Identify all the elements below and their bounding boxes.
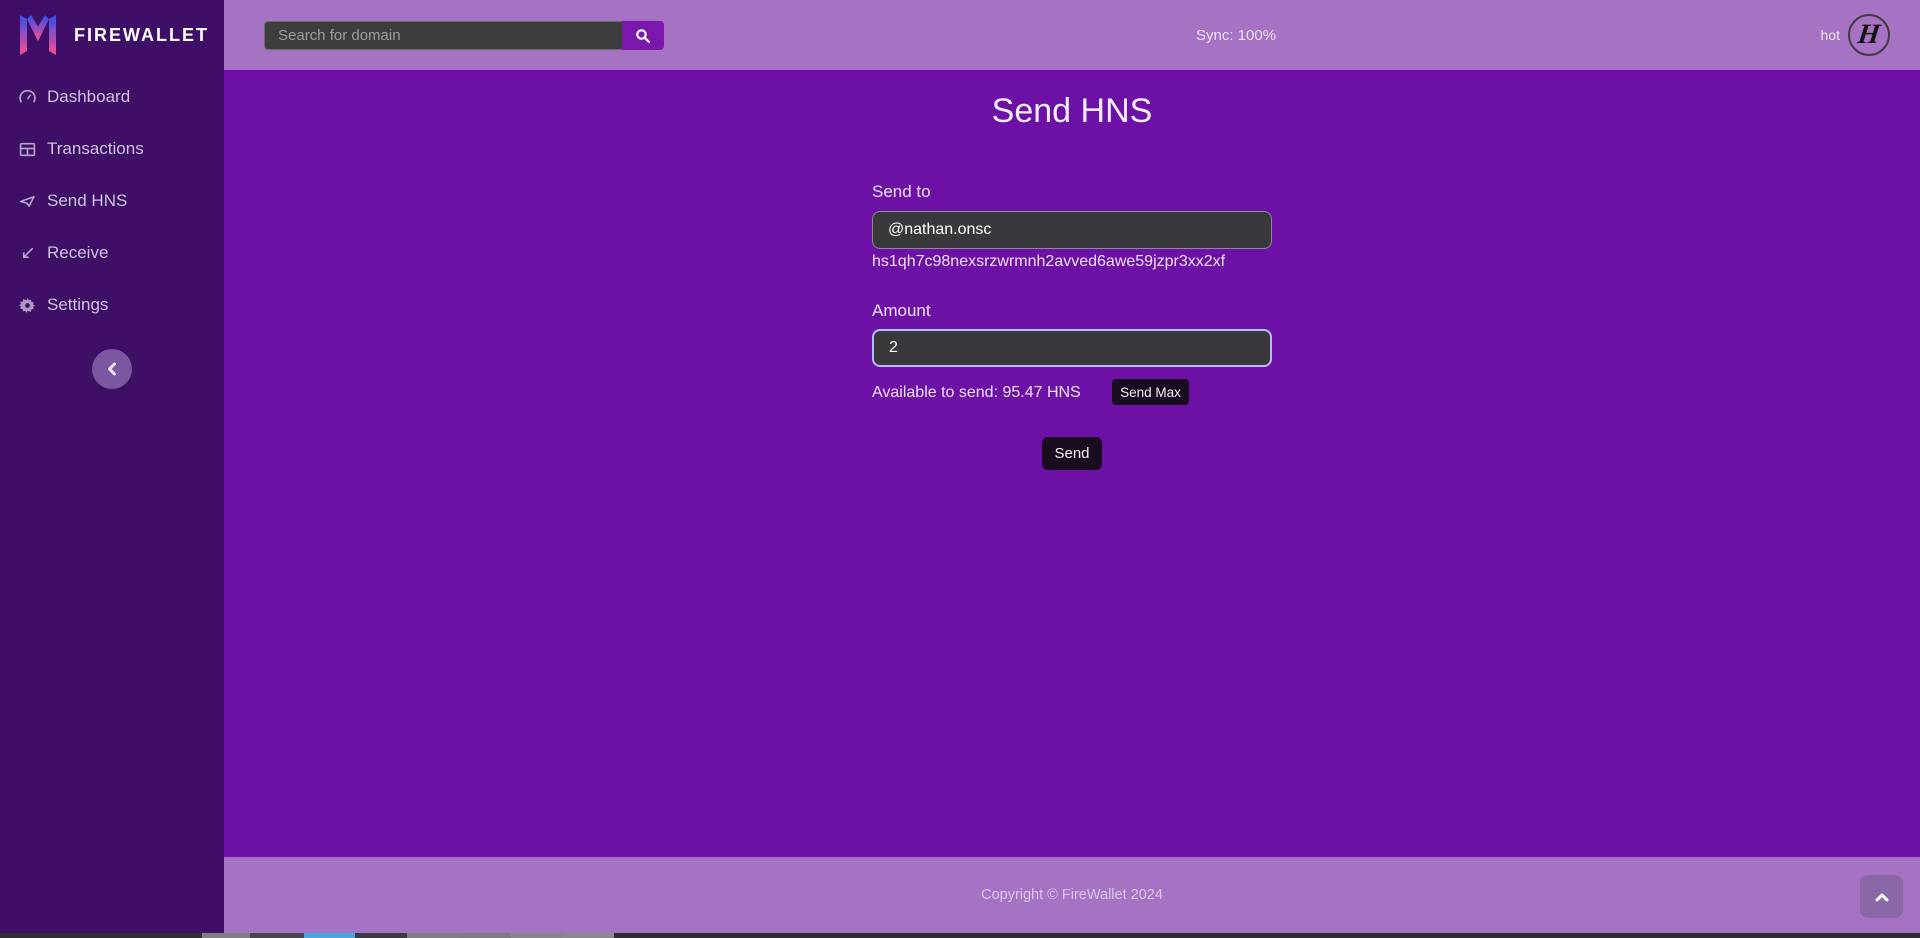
send-max-button[interactable]: Send Max xyxy=(1112,379,1189,405)
taskbar-window-segment[interactable] xyxy=(250,933,304,938)
sidebar-item-label: Transactions xyxy=(47,139,144,159)
settings-gear-icon xyxy=(19,297,36,314)
search-button[interactable] xyxy=(622,21,664,50)
taskbar-window-segment[interactable] xyxy=(202,933,250,938)
taskbar-window-segment[interactable] xyxy=(355,933,407,938)
copyright-text: Copyright © FireWallet 2024 xyxy=(224,887,1920,903)
available-balance-text: Available to send: 95.47 HNS xyxy=(872,384,1081,402)
send-to-input[interactable] xyxy=(872,211,1272,249)
chevron-left-icon xyxy=(106,362,118,376)
sidebar: FIREWALLET Dashboard Transactions xyxy=(0,0,224,938)
taskbar-window-segment[interactable] xyxy=(407,933,459,938)
search-input[interactable] xyxy=(264,21,622,50)
search-icon xyxy=(635,28,651,44)
send-button[interactable]: Send xyxy=(1042,437,1102,470)
send-plane-icon xyxy=(19,193,36,210)
taskbar-window-segment[interactable] xyxy=(304,933,355,938)
send-form: Send to hs1qh7c98nexsrzwrmnh2avved6awe59… xyxy=(872,70,1272,550)
sidebar-item-label: Receive xyxy=(47,243,108,263)
transactions-table-icon xyxy=(19,141,36,158)
taskbar-window-segment[interactable] xyxy=(563,933,614,938)
send-hns-page: Send HNS Send to hs1qh7c98nexsrzwrmnh2av… xyxy=(224,70,1920,857)
sidebar-item-label: Dashboard xyxy=(47,87,130,107)
receive-arrow-icon xyxy=(19,245,36,262)
sidebar-item-receive[interactable]: Receive xyxy=(0,227,224,279)
sidebar-item-send-hns[interactable]: Send HNS xyxy=(0,175,224,227)
firewallet-logo-icon xyxy=(16,11,60,59)
taskbar-strip xyxy=(0,933,1920,938)
sidebar-item-settings[interactable]: Settings xyxy=(0,279,224,331)
app-logo: FIREWALLET xyxy=(0,0,224,70)
handshake-logo-icon[interactable]: H xyxy=(1848,14,1890,56)
top-bar: Sync: 100% hot H xyxy=(224,0,1920,70)
wallet-meta: hot H xyxy=(1821,0,1890,70)
sidebar-item-label: Settings xyxy=(47,295,108,315)
taskbar-filler xyxy=(0,933,202,938)
sync-status: Sync: 100% xyxy=(1196,0,1276,70)
taskbar-window-segment[interactable] xyxy=(511,933,563,938)
domain-search xyxy=(264,21,664,50)
send-to-label: Send to xyxy=(872,182,931,202)
amount-label: Amount xyxy=(872,301,931,321)
sidebar-collapse-button[interactable] xyxy=(92,349,132,389)
dashboard-gauge-icon xyxy=(19,89,36,106)
sidebar-item-label: Send HNS xyxy=(47,191,127,211)
taskbar-window-segment[interactable] xyxy=(459,933,511,938)
sidebar-item-transactions[interactable]: Transactions xyxy=(0,123,224,175)
amount-input[interactable] xyxy=(872,329,1272,367)
scroll-to-top-button[interactable] xyxy=(1860,875,1903,918)
sidebar-item-dashboard[interactable]: Dashboard xyxy=(0,71,224,123)
app-title: FIREWALLET xyxy=(74,25,209,46)
wallet-type-label: hot xyxy=(1821,27,1840,43)
footer: Copyright © FireWallet 2024 xyxy=(224,857,1920,933)
taskbar-filler xyxy=(614,933,1920,938)
chevron-up-icon xyxy=(1875,892,1889,902)
resolved-address: hs1qh7c98nexsrzwrmnh2avved6awe59jzpr3xx2… xyxy=(872,253,1225,271)
